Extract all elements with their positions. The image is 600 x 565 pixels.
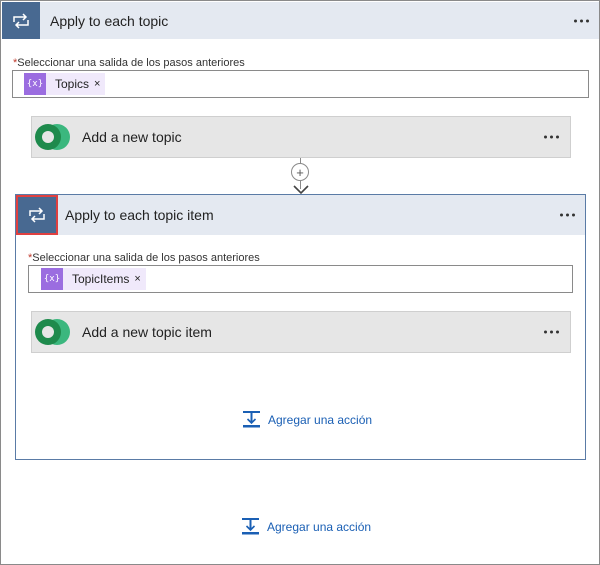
apply-to-each-topic-title: Apply to each topic [50,12,169,29]
apply-to-each-topic-item-header[interactable]: Apply to each topic item [16,195,585,235]
add-action-label: Agregar una acción [267,519,372,534]
add-action-label: Agregar una acción [268,412,373,427]
bottom-add-action-button[interactable]: Agregar una acción [241,517,371,536]
outer-output-input[interactable]: {x} Topics × [12,70,589,98]
token-label: Topics [55,77,90,91]
inner-add-action-button[interactable]: Agregar una acción [242,410,372,429]
apply-to-each-topic-header[interactable]: Apply to each topic [2,2,599,39]
add-a-new-topic-item-action[interactable]: Add a new topic item [31,311,571,353]
loop-icon [2,2,40,39]
topicitems-token[interactable]: {x} TopicItems × [41,268,146,290]
more-options-icon[interactable] [560,213,575,217]
add-a-new-topic-action[interactable]: Add a new topic [31,116,571,158]
dataverse-logo-icon [33,312,73,352]
insert-step-button[interactable]: + [291,163,309,181]
outer-field-label: *Seleccionar una salida de los pasos ant… [13,57,245,69]
expression-icon: {x} [24,73,46,95]
add-action-icon [243,411,260,428]
token-label: TopicItems [72,272,130,286]
apply-to-each-topic-item-card: Apply to each topic item *Seleccionar un… [15,194,586,460]
inner-field-label: *Seleccionar una salida de los pasos ant… [28,252,260,264]
more-options-icon[interactable] [544,330,559,334]
apply-to-each-topic-card: Apply to each topic *Seleccionar una sal… [2,2,599,98]
expression-icon: {x} [41,268,63,290]
add-action-icon [242,518,259,535]
action-title: Add a new topic [82,129,182,145]
more-options-icon[interactable] [544,135,559,139]
more-options-icon[interactable] [574,19,589,22]
remove-token-icon[interactable]: × [134,273,145,285]
apply-to-each-topic-item-title: Apply to each topic item [65,207,214,223]
action-title: Add a new topic item [82,324,212,340]
inner-output-input[interactable]: {x} TopicItems × [28,265,573,293]
flow-canvas: Apply to each topic *Seleccionar una sal… [0,0,600,565]
topics-token[interactable]: {x} Topics × [24,73,106,95]
loop-icon[interactable] [16,195,58,235]
dataverse-logo-icon [33,117,73,157]
remove-token-icon[interactable]: × [94,78,105,90]
